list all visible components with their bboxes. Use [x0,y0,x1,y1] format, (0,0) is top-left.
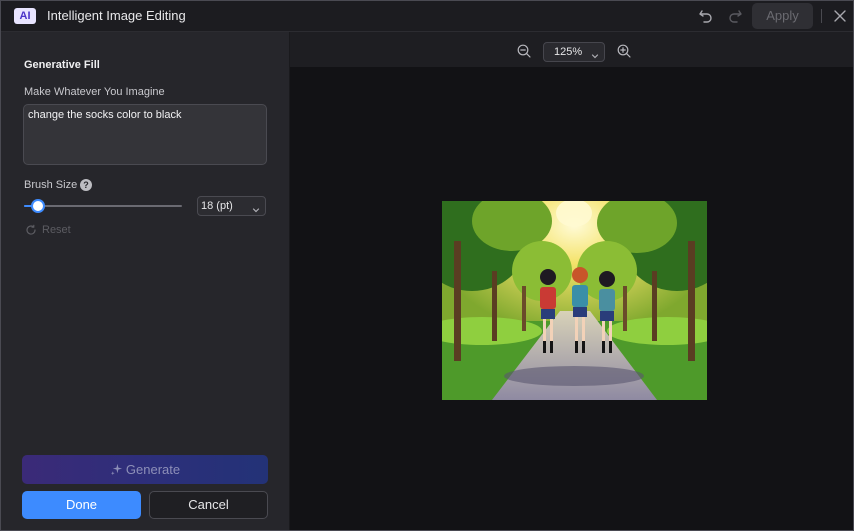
close-icon[interactable] [831,7,849,25]
edited-image[interactable] [442,201,707,400]
generative-fill-panel: Generative Fill Make Whatever You Imagin… [1,32,290,530]
slider-handle[interactable] [31,199,45,213]
brush-size-slider[interactable] [24,199,182,213]
undo-icon[interactable] [697,7,715,25]
brush-size-label: Brush Size [24,179,78,191]
chevron-down-icon [252,202,260,213]
zoom-in-icon[interactable] [617,44,631,58]
reset-label: Reset [42,224,71,236]
cancel-button[interactable]: Cancel [149,491,268,519]
apply-button[interactable]: Apply [752,3,813,29]
image-canvas[interactable] [290,67,853,530]
brush-size-value: 18 (pt) [201,200,233,212]
zoom-level-select[interactable]: 125% [543,42,605,62]
zoom-toolbar: 125% [290,32,853,67]
sparkle-icon [110,463,122,475]
app-window: AI Intelligent Image Editing Apply Gener… [0,0,854,531]
redo-icon[interactable] [726,7,744,25]
prompt-input[interactable]: change the socks color to black [23,104,267,165]
generate-label: Generate [125,462,181,477]
section-title: Generative Fill [24,59,100,71]
help-icon[interactable]: ? [80,179,92,191]
done-button[interactable]: Done [22,491,141,519]
generate-button[interactable]: Generate [22,455,268,484]
prompt-label: Make Whatever You Imagine [24,86,165,98]
reset-icon [26,224,36,235]
title-bar: AI Intelligent Image Editing Apply [1,1,853,32]
zoom-level-value: 125% [554,46,583,58]
ai-badge-icon: AI [14,8,36,24]
zoom-out-icon[interactable] [517,44,531,58]
window-title: Intelligent Image Editing [47,8,186,23]
chevron-down-icon [591,48,599,59]
titlebar-divider [821,9,822,23]
brush-size-select[interactable]: 18 (pt) [197,196,266,216]
